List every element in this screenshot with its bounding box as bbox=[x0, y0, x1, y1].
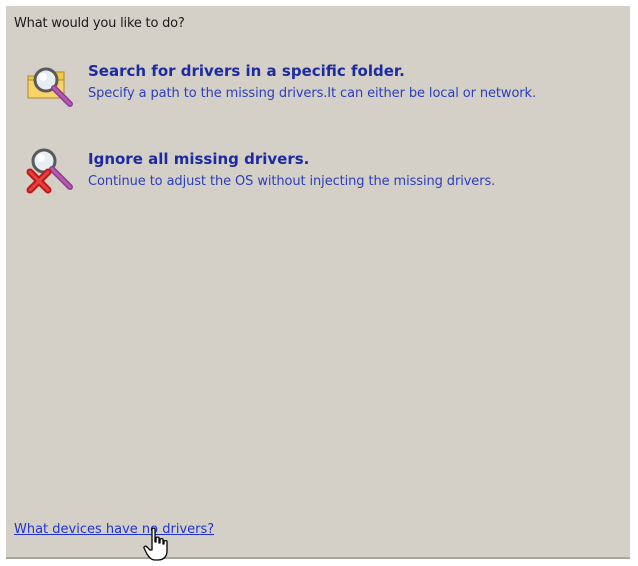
option-search-drivers-folder[interactable]: Search for drivers in a specific folder.… bbox=[24, 58, 614, 112]
folder-search-icon bbox=[27, 67, 73, 107]
search-cancel-icon bbox=[26, 148, 73, 194]
devices-without-drivers-link[interactable]: What devices have no drivers? bbox=[14, 522, 214, 537]
option-title[interactable]: Ignore all missing drivers. bbox=[88, 150, 309, 168]
divider bbox=[6, 557, 630, 559]
driver-options-panel: What would you like to do? Search for dr… bbox=[6, 6, 632, 559]
option-description: Specify a path to the missing drivers.It… bbox=[88, 86, 537, 101]
option-description: Continue to adjust the OS without inject… bbox=[88, 174, 496, 189]
option-title[interactable]: Search for drivers in a specific folder. bbox=[88, 62, 405, 80]
prompt-label: What would you like to do? bbox=[14, 16, 185, 31]
option-ignore-missing-drivers[interactable]: Ignore all missing drivers. Continue to … bbox=[24, 144, 614, 198]
